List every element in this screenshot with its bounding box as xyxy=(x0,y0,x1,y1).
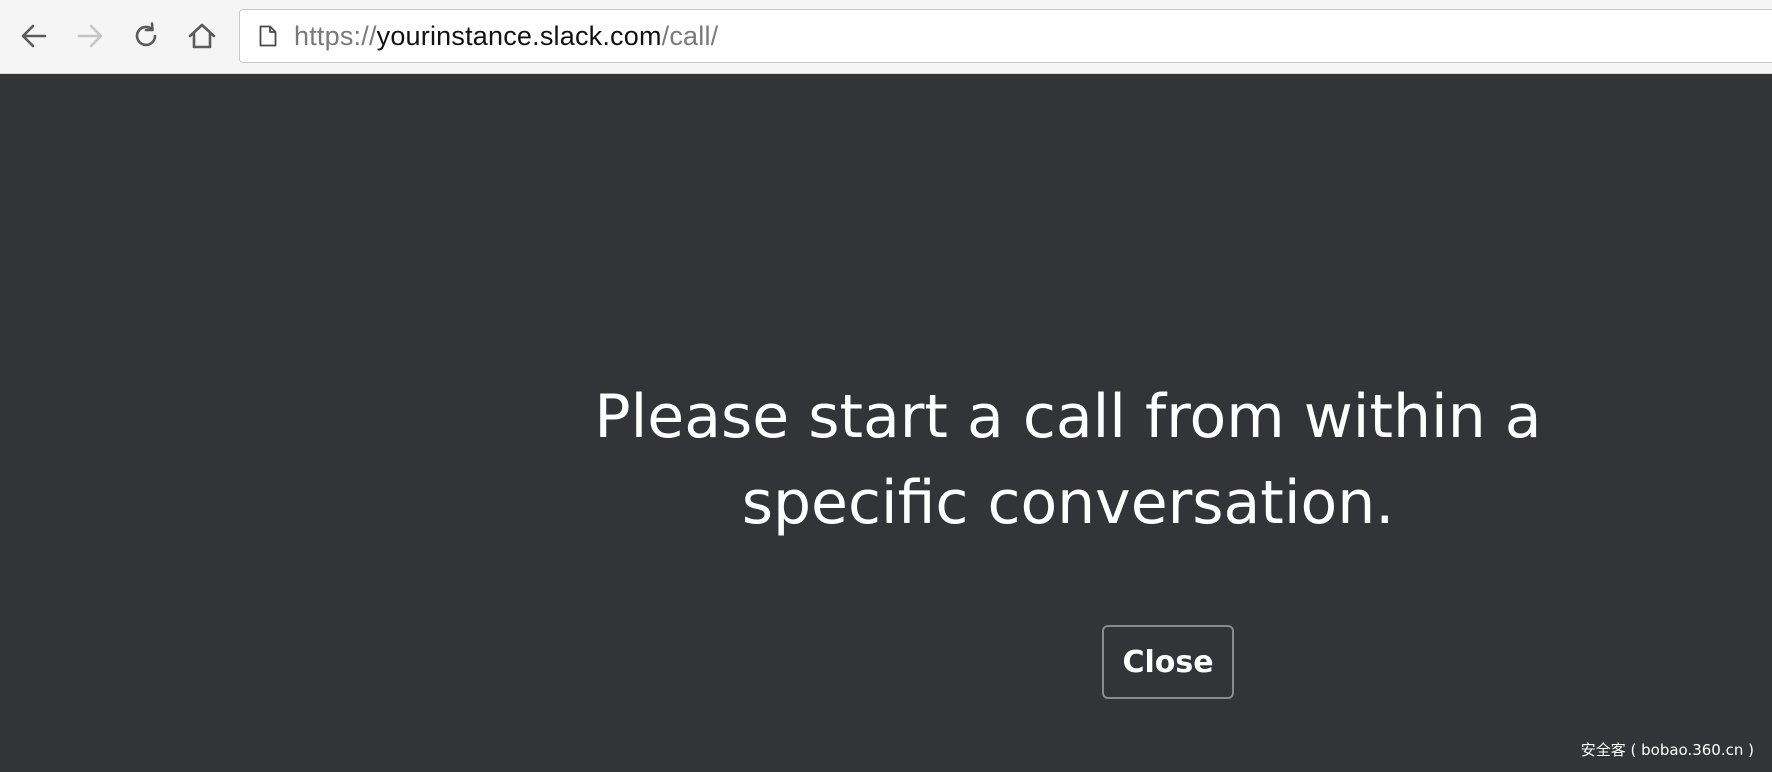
arrow-left-icon xyxy=(21,24,47,48)
home-button[interactable] xyxy=(180,14,224,58)
url-path: /call/ xyxy=(661,20,719,51)
address-bar[interactable]: https://yourinstance.slack.com/call/ xyxy=(239,9,1772,63)
url-text[interactable]: https://yourinstance.slack.com/call/ xyxy=(294,21,718,52)
url-host: yourinstance.slack.com xyxy=(376,20,662,51)
call-message: Please start a call from within a specif… xyxy=(594,382,1542,538)
forward-button[interactable] xyxy=(68,14,112,58)
reload-button[interactable] xyxy=(124,14,168,58)
back-button[interactable] xyxy=(12,14,56,58)
page-content: Please start a call from within a specif… xyxy=(0,74,1772,772)
arrow-right-icon xyxy=(77,24,103,48)
home-icon xyxy=(188,23,216,49)
watermark-text: 安全客 ( bobao.360.cn ) xyxy=(1580,741,1754,759)
url-scheme: https:// xyxy=(294,20,377,51)
close-button[interactable]: Close xyxy=(1102,625,1234,699)
browser-toolbar: https://yourinstance.slack.com/call/ xyxy=(0,0,1772,74)
page-icon xyxy=(258,24,278,48)
reload-icon xyxy=(135,22,157,47)
